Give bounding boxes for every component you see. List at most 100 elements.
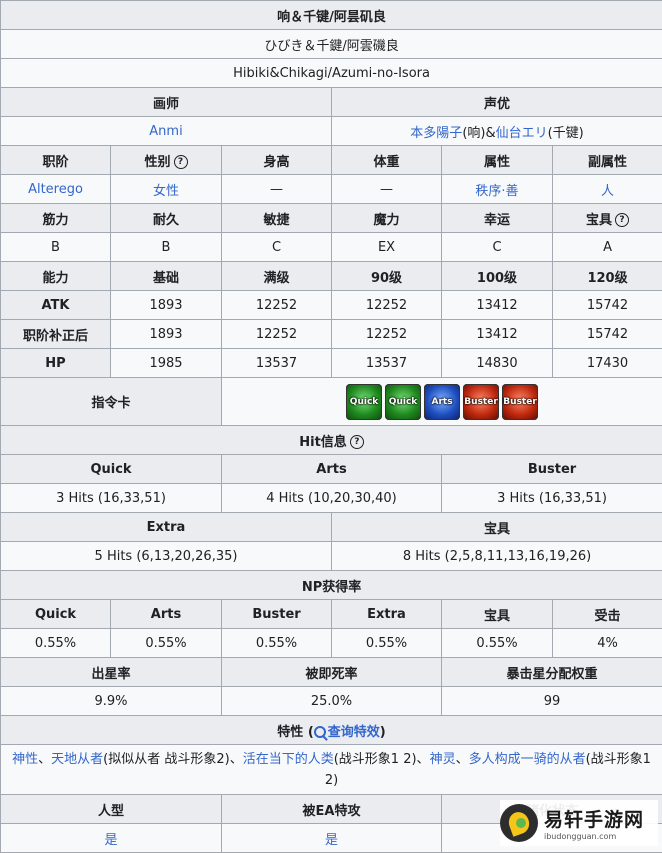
stat-value: 1985 [111, 349, 222, 378]
voice-actor-note-1: (响)& [462, 126, 495, 141]
stat-value: 13537 [222, 349, 332, 378]
stats-row-atk-corrected: 职阶补正后 1893 12252 12252 13412 15742 [1, 320, 662, 349]
basic-header-attribute: 属性 [442, 146, 553, 175]
stat-value: 15742 [553, 291, 662, 320]
trait-link-earth-heaven[interactable]: 天地从者 [51, 752, 103, 767]
param-header-agi: 敏捷 [222, 204, 332, 233]
subattribute-link[interactable]: 人 [601, 184, 614, 199]
np-header: 受击 [553, 600, 662, 629]
help-icon[interactable]: ? [350, 435, 364, 449]
hit-value-np: 8 Hits (2,5,8,11,13,16,19,26) [332, 542, 662, 571]
hit-header-buster: Buster [442, 455, 662, 484]
voice-actor-header: 声优 [332, 88, 662, 117]
param-header-mag: 魔力 [332, 204, 442, 233]
stats-row-label: HP [1, 349, 111, 378]
help-icon[interactable]: ? [615, 213, 629, 227]
illustrator-link[interactable]: Anmi [149, 124, 182, 139]
voice-actor-link-2[interactable]: 仙台エリ [496, 126, 548, 141]
buster-card-icon: Buster [502, 384, 538, 420]
buster-card-icon: Buster [463, 384, 499, 420]
hit-value-buster: 3 Hits (16,33,51) [442, 484, 662, 513]
stat-value: 13537 [332, 349, 442, 378]
hit-info-title: Hit信息? [1, 426, 662, 455]
voice-actor-cell: 本多陽子(响)&仙台エリ(千键) [332, 117, 662, 146]
np-value: 0.55% [1, 629, 111, 658]
help-icon[interactable]: ? [174, 155, 188, 169]
ea-weak-header: 被EA特攻 [222, 795, 442, 824]
param-header-luk: 幸运 [442, 204, 553, 233]
command-cards-label: 指令卡 [1, 378, 222, 426]
illustrator-header: 画师 [1, 88, 332, 117]
death-rate-header: 被即死率 [222, 658, 442, 687]
param-value: C [222, 233, 332, 262]
traits-list: 神性、天地从者(拟似从者 战斗形象2)、活在当下的人类(战斗形象1 2)、神灵、… [1, 745, 662, 795]
stats-row-atk: ATK 1893 12252 12252 13412 15742 [1, 291, 662, 320]
np-header: 宝具 [442, 600, 553, 629]
stats-header: 100级 [442, 262, 553, 291]
command-cards-cell: Quick Quick Arts Buster Buster [222, 378, 662, 426]
trait-link-living-human[interactable]: 活在当下的人类 [243, 752, 334, 767]
stats-row-label: 职阶补正后 [1, 320, 111, 349]
param-value: B [111, 233, 222, 262]
stats-header: 满级 [222, 262, 332, 291]
stats-header: 120级 [553, 262, 662, 291]
stats-row-hp: HP 1985 13537 13537 14830 17430 [1, 349, 662, 378]
command-cards: Quick Quick Arts Buster Buster [346, 384, 538, 420]
stat-value: 15742 [553, 320, 662, 349]
humanoid-header: 人型 [1, 795, 222, 824]
name-jp: ひびき＆千鍵/阿雲磯良 [1, 30, 662, 59]
stat-value: 13412 [442, 291, 553, 320]
site-logo-icon [500, 804, 538, 842]
name-zh: 响＆千键/阿昙矶良 [1, 1, 662, 30]
traits-title: 特性 (查询特效) [1, 716, 662, 745]
star-gen-header: 出星率 [1, 658, 222, 687]
trait-link-divine-spirit[interactable]: 神灵 [430, 752, 456, 767]
name-en: Hibiki&Chikagi/Azumi-no-Isora [1, 59, 662, 88]
search-icon [314, 726, 326, 738]
hit-header-extra: Extra [1, 513, 332, 542]
star-weight-value: 99 [442, 687, 662, 716]
gender-link[interactable]: 女性 [153, 184, 179, 199]
height-value: — [222, 175, 332, 204]
ea-weak-link[interactable]: 是 [325, 833, 338, 848]
np-value: 4% [553, 629, 662, 658]
traits-search-link[interactable]: 查询特效 [328, 725, 380, 740]
star-weight-header: 暴击星分配权重 [442, 658, 662, 687]
stat-value: 17430 [553, 349, 662, 378]
np-value: 0.55% [442, 629, 553, 658]
np-gain-title: NP获得率 [1, 571, 662, 600]
quick-card-icon: Quick [385, 384, 421, 420]
np-header: Extra [332, 600, 442, 629]
hit-value-quick: 3 Hits (16,33,51) [1, 484, 222, 513]
trait-link-divinity[interactable]: 神性 [12, 752, 38, 767]
hit-value-extra: 5 Hits (6,13,20,26,35) [1, 542, 332, 571]
param-value: A [553, 233, 662, 262]
stats-header: 基础 [111, 262, 222, 291]
class-link[interactable]: Alterego [28, 182, 83, 197]
param-value: B [1, 233, 111, 262]
illustrator-cell: Anmi [1, 117, 332, 146]
humanoid-link[interactable]: 是 [104, 833, 117, 848]
death-rate-value: 25.0% [222, 687, 442, 716]
site-watermark: 易轩手游网 ibudongguan.com [500, 800, 658, 846]
stat-value: 1893 [111, 320, 222, 349]
param-header-np: 宝具? [553, 204, 662, 233]
trait-link-multi-servant[interactable]: 多人构成一骑的从者 [469, 752, 586, 767]
stat-value: 12252 [332, 320, 442, 349]
np-value: 0.55% [111, 629, 222, 658]
hit-header-quick: Quick [1, 455, 222, 484]
param-value: C [442, 233, 553, 262]
star-gen-value: 9.9% [1, 687, 222, 716]
stat-value: 12252 [222, 291, 332, 320]
stat-value: 13412 [442, 320, 553, 349]
voice-actor-link-1[interactable]: 本多陽子 [410, 126, 462, 141]
basic-header-height: 身高 [222, 146, 332, 175]
quick-card-icon: Quick [346, 384, 382, 420]
weight-value: — [332, 175, 442, 204]
np-header: Quick [1, 600, 111, 629]
attribute-link[interactable]: 秩序·善 [475, 184, 518, 199]
watermark-url: ibudongguan.com [544, 832, 644, 841]
stats-row-label: ATK [1, 291, 111, 320]
voice-actor-note-2: (千键) [548, 126, 584, 141]
stats-header: 能力 [1, 262, 111, 291]
